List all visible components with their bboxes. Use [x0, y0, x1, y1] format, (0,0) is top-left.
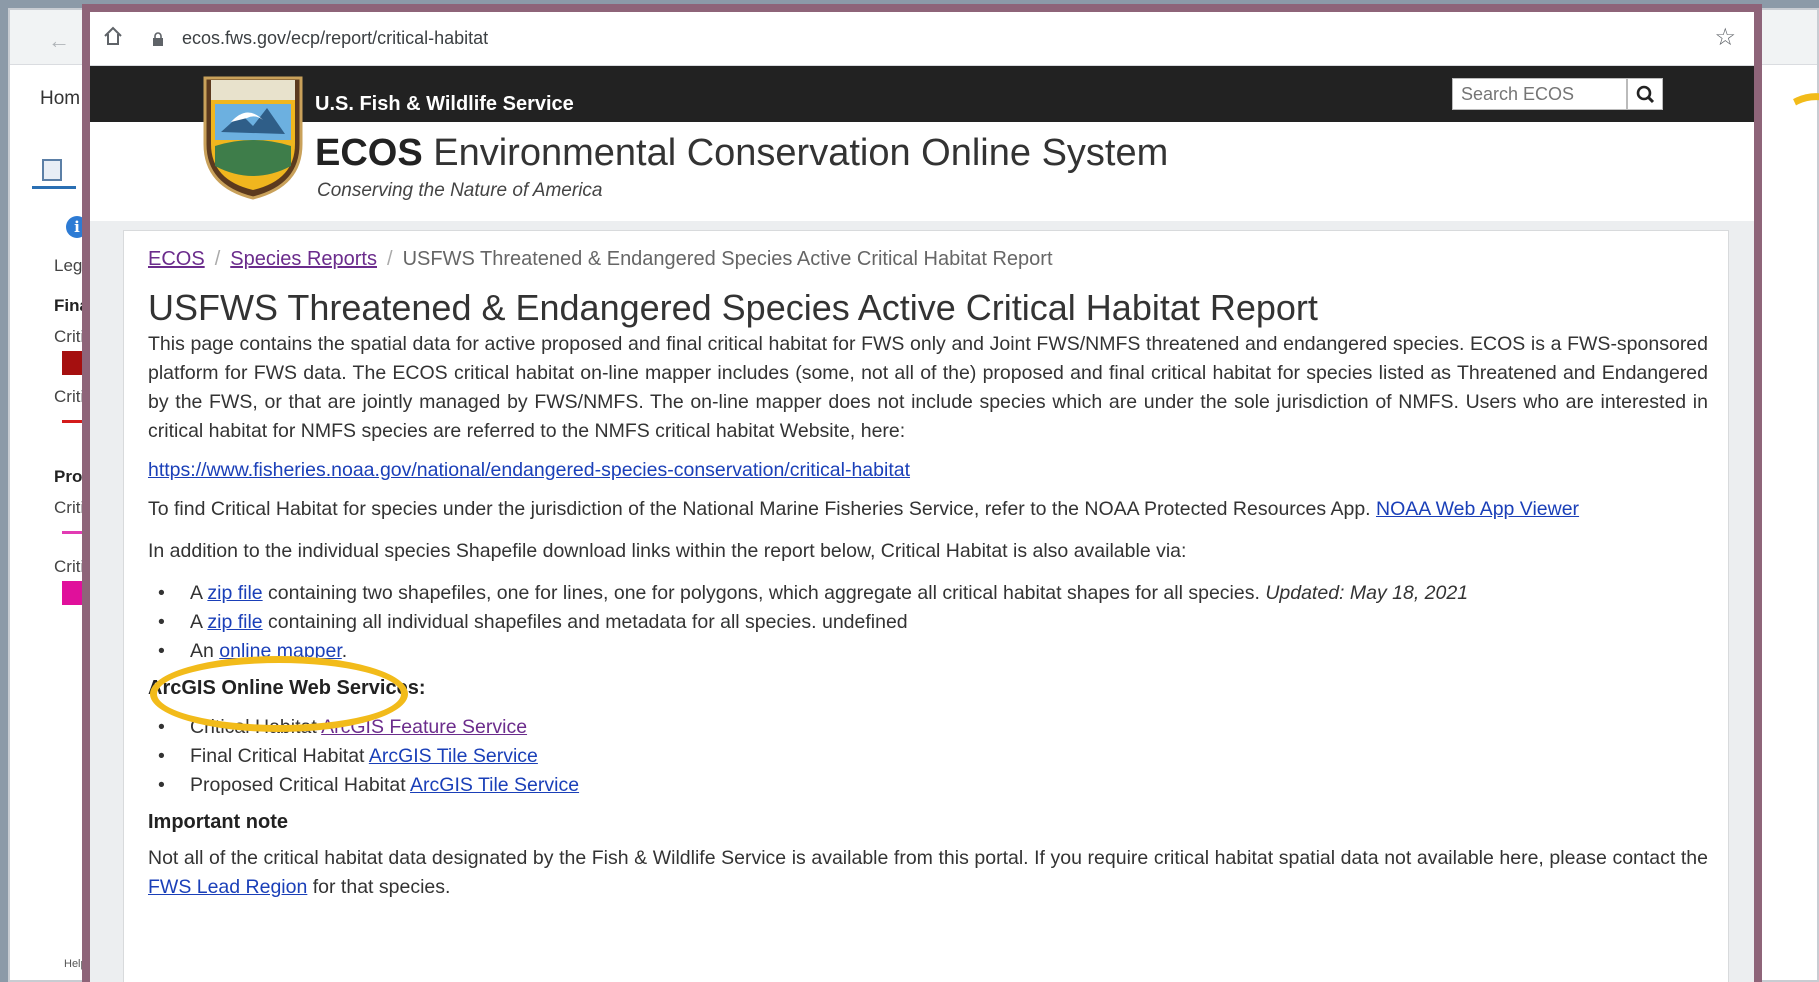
note-end: for that species. — [307, 876, 451, 898]
list-item-text: . — [341, 640, 348, 662]
back-arrow-icon[interactable]: ← — [48, 28, 70, 54]
list-item: An online mapper. — [148, 637, 1708, 666]
service-label: Proposed Critical Habitat — [190, 774, 406, 796]
important-note-heading: Important note — [148, 811, 288, 833]
site-title-acronym: ECOS — [315, 132, 423, 174]
aggregate-zip-link[interactable]: zip file — [207, 582, 262, 604]
breadcrumb: ECOS / Species Reports / USFWS Threatened & … — [148, 248, 1708, 284]
service-label: Final Critical Habitat — [190, 745, 365, 767]
fws-lead-region-link[interactable]: FWS Lead Region — [148, 876, 307, 898]
list-item: A zip file containing all individual sha… — [148, 608, 1708, 637]
availability-paragraph: In addition to the individual species Sh… — [148, 540, 1187, 562]
list-item-prefix: A — [190, 582, 202, 604]
list-item: Critical Habitat ArcGIS Feature Service — [148, 713, 1708, 742]
lock-icon — [153, 32, 163, 46]
highlight-circle — [150, 656, 408, 732]
noaa-web-app-link[interactable]: NOAA Web App Viewer — [1376, 498, 1579, 520]
breadcrumb-ecos[interactable]: ECOS — [148, 248, 205, 270]
breadcrumb-separator: / — [387, 248, 393, 270]
breadcrumb-current: USFWS Threatened & Endangered Species Ac… — [402, 248, 1053, 270]
site-header: U.S. Fish & Wildlife Service ECOS Enviro… — [90, 66, 1754, 221]
breadcrumb-species-reports[interactable]: Species Reports — [230, 248, 377, 270]
individual-zip-link[interactable]: zip file — [207, 611, 262, 633]
main-content: ECOS / Species Reports / USFWS Threatened & … — [148, 248, 1708, 902]
document-icon — [42, 159, 62, 181]
breadcrumb-separator: / — [214, 248, 221, 270]
list-item-text: containing two shapefiles, one for lines… — [262, 582, 1260, 604]
bookmark-star-icon[interactable]: ☆ — [1714, 23, 1736, 52]
site-title[interactable]: ECOS Environmental Conservation Online S… — [315, 132, 1168, 175]
site-title-full: Environmental Conservation Online System — [422, 132, 1169, 174]
list-item: Proposed Critical Habitat ArcGIS Tile Se… — [148, 771, 1708, 800]
list-item-prefix: An — [190, 640, 214, 662]
intro-paragraph: This page contains the spatial data for … — [148, 333, 1708, 442]
list-item: A zip file containing two shapefiles, on… — [148, 579, 1708, 608]
search-icon — [1636, 85, 1655, 104]
noaa-text: To find Critical Habitat for species und… — [148, 498, 1371, 520]
noaa-paragraph: To find Critical Habitat for species und… — [148, 495, 1708, 524]
proposed-tile-service-link[interactable]: ArcGIS Tile Service — [410, 774, 579, 796]
note-text: Not all of the critical habitat data des… — [148, 847, 1708, 869]
agency-name[interactable]: U.S. Fish & Wildlife Service — [315, 93, 574, 116]
arcgis-service-list: Critical Habitat ArcGIS Feature Service … — [148, 713, 1708, 800]
nmfs-link-line: https://www.fisheries.noaa.gov/national/… — [148, 459, 1708, 482]
page-title: USFWS Threatened & Endangered Species Ac… — [148, 287, 1318, 328]
list-item-prefix: A — [190, 611, 202, 633]
list-item: Final Critical Habitat ArcGIS Tile Servi… — [148, 742, 1708, 771]
search-button[interactable] — [1627, 78, 1663, 110]
site-tagline: Conserving the Nature of America — [317, 180, 603, 201]
address-bar[interactable]: ecos.fws.gov/ecp/report/critical-habitat… — [90, 12, 1754, 66]
fws-logo[interactable] — [201, 74, 305, 200]
final-tile-service-link[interactable]: ArcGIS Tile Service — [369, 745, 538, 767]
home-icon[interactable] — [102, 25, 124, 47]
background-home-link[interactable]: Hom — [40, 88, 80, 110]
nmfs-critical-habitat-link[interactable]: https://www.fisheries.noaa.gov/national/… — [148, 459, 910, 481]
updated-date: Updated: May 18, 2021 — [1265, 582, 1469, 604]
important-note-paragraph: Not all of the critical habitat data des… — [148, 844, 1708, 902]
download-list: A zip file containing two shapefiles, on… — [148, 579, 1708, 666]
url-text[interactable]: ecos.fws.gov/ecp/report/critical-habitat — [182, 28, 488, 49]
browser-window: ecos.fws.gov/ecp/report/critical-habitat… — [82, 4, 1762, 982]
list-item-text: containing all individual shapefiles and… — [262, 611, 908, 633]
search-input[interactable] — [1452, 78, 1627, 110]
